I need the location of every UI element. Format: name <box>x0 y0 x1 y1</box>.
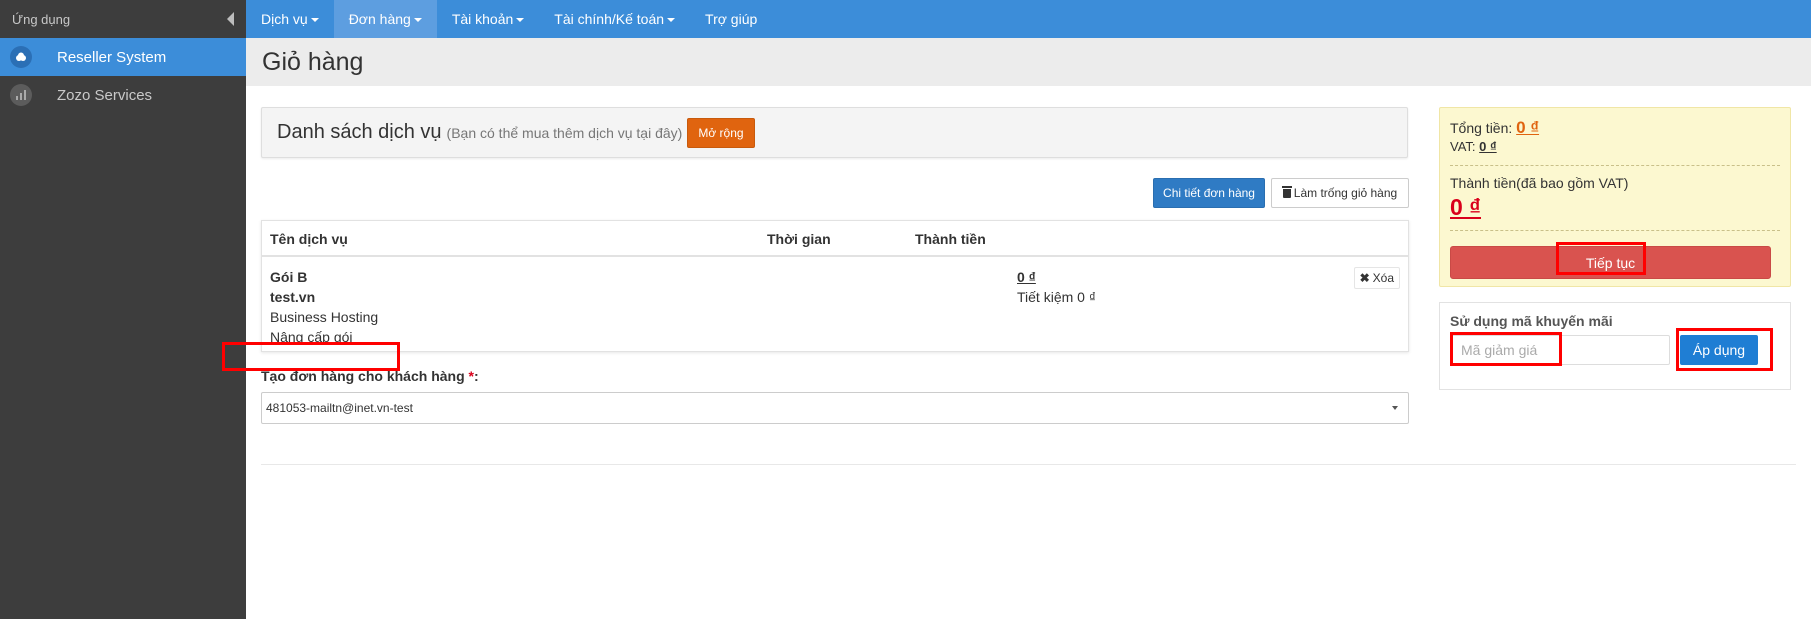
order-summary: Tổng tiền: 0 ₫ VAT: 0 ₫ Thành tiền(đã ba… <box>1439 107 1791 287</box>
caret-down-icon <box>310 18 319 22</box>
divider <box>261 464 1796 465</box>
order-detail-button[interactable]: Chi tiết đơn hàng <box>1153 178 1265 208</box>
nav-help-label: Trợ giúp <box>705 11 758 27</box>
delete-label: Xóa <box>1372 271 1394 285</box>
nav-account[interactable]: Tài khoản <box>437 0 539 38</box>
nav-help[interactable]: Trợ giúp <box>690 0 772 38</box>
nav-account-label: Tài khoản <box>451 11 514 27</box>
expand-button[interactable]: Mở rộng <box>687 117 755 148</box>
divider <box>1450 230 1780 231</box>
customer-select-value: 481053-mailtn@inet.vn-test <box>266 401 413 415</box>
column-header: Thành tiền <box>915 231 986 247</box>
total-value: 0 ₫ <box>1516 118 1540 137</box>
page-header: Giỏ hàng <box>246 38 1811 86</box>
highlight-apply-button-box <box>1676 328 1773 371</box>
empty-cart-button[interactable]: Làm trống giỏ hàng <box>1271 178 1409 208</box>
service-list-panel: Danh sách dịch vụ (Bạn có thể mua thêm d… <box>261 107 1408 158</box>
delete-item-button[interactable]: ✖ Xóa <box>1353 267 1400 289</box>
vat-label: VAT: <box>1450 139 1476 154</box>
highlight-promo-input-box <box>1450 332 1562 366</box>
main-content: Danh sách dịch vụ (Bạn có thể mua thêm d… <box>222 86 1811 619</box>
top-navbar: Dịch vụ Đơn hàng Tài khoản Tài chính/Kế … <box>246 0 1811 38</box>
total-line: Tổng tiền: 0 ₫ <box>1450 118 1780 138</box>
trash-icon <box>1281 185 1292 198</box>
caret-down-icon <box>667 18 676 22</box>
sidebar-item-label: Reseller System <box>57 48 167 66</box>
customer-select[interactable]: 481053-mailtn@inet.vn-test <box>261 392 1409 424</box>
vat-value: 0 ₫ <box>1479 139 1497 154</box>
table-header: Tên dịch vụ Thời gian Thành tiền <box>262 221 1408 257</box>
sidebar-header: Ứng dụng <box>0 0 246 38</box>
customer-label-colon: : <box>473 368 479 384</box>
promo-panel: Sử dụng mã khuyến mãi Áp dụng <box>1439 302 1791 390</box>
column-header: Thời gian <box>767 231 831 247</box>
column-header: Tên dịch vụ <box>270 231 348 247</box>
sidebar-item-reseller-system[interactable]: Reseller System <box>0 38 246 76</box>
cart-table: Tên dịch vụ Thời gian Thành tiền Gói B t… <box>261 220 1409 352</box>
sidebar: Ứng dụng Reseller System Zozo Services <box>0 0 246 619</box>
package-name: Gói B <box>270 269 308 285</box>
chevron-down-icon <box>1392 406 1398 410</box>
sidebar-title: Ứng dụng <box>12 11 71 27</box>
chart-icon <box>10 84 32 106</box>
cloud-icon <box>10 46 32 68</box>
total-label: Tổng tiền: <box>1450 120 1513 136</box>
nav-finance-label: Tài chính/Kế toán <box>554 11 665 27</box>
service-cell: Gói B test.vn Business Hosting Nâng cấp … <box>270 267 378 347</box>
highlight-continue-box <box>1556 242 1646 275</box>
service-list-note: (Bạn có thể mua thêm dịch vụ tại đây) <box>446 124 683 141</box>
sidebar-item-zozo-services[interactable]: Zozo Services <box>0 76 246 114</box>
row-price: 0 ₫ <box>1017 269 1036 285</box>
promo-title: Sử dụng mã khuyến mãi <box>1450 313 1613 329</box>
page-title: Giỏ hàng <box>262 47 364 76</box>
sidebar-item-label: Zozo Services <box>57 86 153 104</box>
empty-cart-label: Làm trống giỏ hàng <box>1293 186 1398 200</box>
collapse-sidebar-icon[interactable] <box>227 12 234 26</box>
service-type: Business Hosting <box>270 309 379 325</box>
caret-down-icon <box>413 18 422 22</box>
vat-line: VAT: 0 ₫ <box>1450 139 1780 154</box>
domain-name: test.vn <box>270 289 316 305</box>
final-total-value: 0 ₫ <box>1450 194 1481 220</box>
table-row: Gói B test.vn Business Hosting Nâng cấp … <box>262 257 1408 351</box>
nav-finance[interactable]: Tài chính/Kế toán <box>539 0 690 38</box>
nav-orders[interactable]: Đơn hàng <box>333 0 437 38</box>
row-saving: Tiết kiệm 0 ₫ <box>1017 289 1097 305</box>
divider <box>1450 165 1780 166</box>
highlight-customer-box <box>222 342 400 371</box>
close-icon: ✖ <box>1359 271 1370 285</box>
nav-services-label: Dịch vụ <box>261 11 308 27</box>
caret-down-icon <box>516 18 525 22</box>
nav-orders-label: Đơn hàng <box>348 11 411 27</box>
service-list-title: Danh sách dịch vụ <box>277 121 442 143</box>
nav-services[interactable]: Dịch vụ <box>246 0 334 38</box>
final-total-label: Thành tiền(đã bao gồm VAT) <box>1450 175 1629 191</box>
price-cell: 0 ₫ Tiết kiệm 0 ₫ <box>1017 267 1096 307</box>
